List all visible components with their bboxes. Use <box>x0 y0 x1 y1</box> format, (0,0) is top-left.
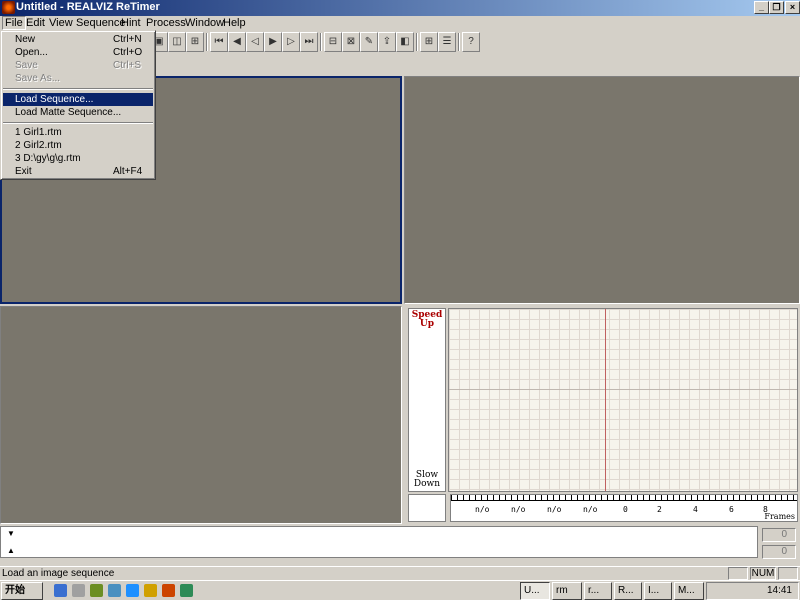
restore-button[interactable]: ❐ <box>769 1 784 14</box>
process-icon[interactable]: ⊟ <box>324 32 342 52</box>
minimize-button[interactable]: _ <box>754 1 769 14</box>
viewport-bottom-left[interactable] <box>0 306 402 524</box>
frame-counter-bottom: 0 <box>762 545 796 559</box>
menu-hint[interactable]: Hint <box>119 16 143 30</box>
graph-baseline <box>449 389 797 390</box>
go-start-icon[interactable]: ⏮ <box>210 32 228 52</box>
play-icon[interactable]: ▶ <box>264 32 282 52</box>
title-bar: Untitled - REALVIZ ReTimer _ ❐ × <box>0 0 800 16</box>
hint-icon[interactable]: ✎ <box>360 32 378 52</box>
menu-separator <box>3 122 153 124</box>
file-menu-dropdown: New Ctrl+N Open... Ctrl+O Save Ctrl+S Sa… <box>0 30 156 180</box>
ie-icon[interactable] <box>54 584 67 597</box>
toolbar-separator <box>206 33 208 51</box>
speed-scale: Speed Up Slow Down <box>408 308 446 492</box>
window-title: Untitled - REALVIZ ReTimer <box>16 1 160 13</box>
timeline-end-marker-icon[interactable]: ▲ <box>7 546 15 555</box>
ruler-label: 4 <box>693 505 698 514</box>
task-folder[interactable]: rm <box>552 582 582 600</box>
toolbar: ▣ ◫ ⊞ ⏮ ◀ ◁ ▶ ▷ ⏭ ⊟ ⊠ ✎ ⇪ ◧ ⊞ ☰ ? <box>150 32 510 54</box>
task-app[interactable]: r... <box>584 582 612 600</box>
help-icon[interactable]: ? <box>462 32 480 52</box>
current-frame-marker[interactable] <box>605 309 606 491</box>
file-menu-new[interactable]: New Ctrl+N <box>3 33 153 46</box>
taskbar: 开始 U... rm r... R... I... M... 14:41 <box>0 580 800 600</box>
file-menu-open[interactable]: Open... Ctrl+O <box>3 46 153 59</box>
file-menu-load-sequence[interactable]: Load Sequence... <box>3 93 153 106</box>
frames-label: Frames <box>764 512 795 521</box>
task-app[interactable]: R... <box>614 582 642 600</box>
status-message: Load an image sequence <box>2 568 115 579</box>
step-back-icon[interactable]: ◀ <box>228 32 246 52</box>
app-icon[interactable] <box>2 1 15 14</box>
desktop-icon[interactable] <box>72 584 85 597</box>
task-app[interactable]: I... <box>644 582 672 600</box>
toolbar-separator <box>320 33 322 51</box>
menu-view[interactable]: View <box>47 16 75 30</box>
file-menu-recent-2[interactable]: 2 Girl2.rtm <box>3 139 153 152</box>
frame-counter-top: 0 <box>762 528 796 542</box>
task-app[interactable]: M... <box>674 582 704 600</box>
status-panel-caps <box>728 567 748 580</box>
quicklaunch-icon[interactable] <box>180 584 193 597</box>
task-retimer[interactable]: U... <box>520 582 550 600</box>
status-panel-scroll <box>778 567 798 580</box>
file-menu-save: Save Ctrl+S <box>15 60 142 71</box>
ruler-label: 6 <box>729 505 734 514</box>
clock[interactable]: 14:41 <box>767 585 792 596</box>
system-tray: 14:41 <box>706 582 799 600</box>
ruler-label: 2 <box>657 505 662 514</box>
quicklaunch-icon[interactable] <box>126 584 139 597</box>
timeline[interactable]: ▼ ▲ <box>0 526 758 558</box>
quicklaunch-icon[interactable] <box>162 584 175 597</box>
ruler-label: n/o <box>511 505 526 514</box>
play-back-icon[interactable]: ◁ <box>246 32 264 52</box>
media-player-icon[interactable] <box>144 584 157 597</box>
frame-box <box>408 494 446 522</box>
file-menu-recent-3[interactable]: 3 D:\gy\g\g.rtm <box>3 152 153 165</box>
process-all-icon[interactable]: ⊠ <box>342 32 360 52</box>
toolbar-separator <box>458 33 460 51</box>
ruler-label: n/o <box>547 505 562 514</box>
frame-ruler[interactable]: n/o n/o n/o n/o 0 2 4 6 8 Frames <box>450 494 798 522</box>
toolbar-separator <box>416 33 418 51</box>
viewport-top-right[interactable] <box>404 76 800 304</box>
render-icon[interactable]: ◧ <box>396 32 414 52</box>
menu-separator <box>3 88 153 90</box>
layout-split-icon[interactable]: ◫ <box>168 32 186 52</box>
ruler-label: n/o <box>583 505 598 514</box>
menu-window[interactable]: Window <box>183 16 226 30</box>
step-forward-icon[interactable]: ▷ <box>282 32 300 52</box>
menu-file[interactable]: File <box>2 16 26 30</box>
export-icon[interactable]: ⇪ <box>378 32 396 52</box>
status-num: NUM <box>750 567 776 580</box>
go-end-icon[interactable]: ⏭ <box>300 32 318 52</box>
menu-process[interactable]: Process <box>144 16 188 30</box>
file-menu-exit[interactable]: Exit Alt+F4 <box>3 165 153 178</box>
close-button[interactable]: × <box>785 1 800 14</box>
quicklaunch-icon[interactable] <box>108 584 121 597</box>
ruler-ticks <box>451 495 797 501</box>
speed-graph[interactable] <box>448 308 798 492</box>
menu-bar: File Edit View Sequence Hint Process Win… <box>0 16 800 30</box>
ruler-label: n/o <box>475 505 490 514</box>
ruler-label: 0 <box>623 505 628 514</box>
list-view-icon[interactable]: ☰ <box>438 32 456 52</box>
speed-up-label: Speed Up <box>411 310 443 329</box>
file-menu-recent-1[interactable]: 1 Girl1.rtm <box>3 126 153 139</box>
grid-view-icon[interactable]: ⊞ <box>420 32 438 52</box>
menu-help[interactable]: Help <box>221 16 248 30</box>
timeline-start-marker-icon[interactable]: ▼ <box>7 529 15 538</box>
file-menu-load-matte-sequence[interactable]: Load Matte Sequence... <box>3 106 153 119</box>
file-menu-save-as: Save As... <box>15 73 61 84</box>
status-bar: Load an image sequence NUM <box>0 566 800 580</box>
start-button[interactable]: 开始 <box>1 582 43 600</box>
quicklaunch-icon[interactable] <box>90 584 103 597</box>
menu-edit[interactable]: Edit <box>24 16 47 30</box>
slow-down-label: Slow Down <box>413 470 441 489</box>
layout-grid-icon[interactable]: ⊞ <box>186 32 204 52</box>
